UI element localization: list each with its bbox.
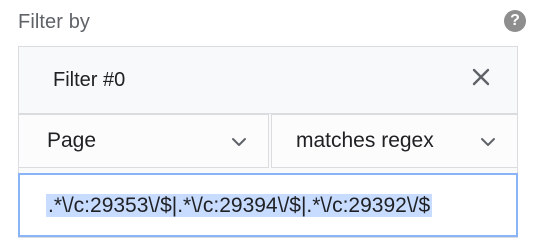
chevron-down-icon xyxy=(481,138,495,146)
operator-select[interactable]: matches regex xyxy=(271,114,517,168)
filter-by-title: Filter by xyxy=(18,11,91,33)
chevron-down-icon xyxy=(232,138,246,146)
filter-card: Filter #0 Page matches regex .*\/c:29353… xyxy=(18,46,518,238)
filter-condition-row: Page matches regex xyxy=(19,114,517,170)
close-icon-svg xyxy=(472,68,490,86)
filter-header: Filter #0 xyxy=(19,47,517,114)
filter-by-header: Filter by ? xyxy=(18,8,526,38)
regex-input-value[interactable]: .*\/c:29353\/$|.*\/c:29394\/$|.*\/c:2939… xyxy=(46,194,433,217)
filter-name: Filter #0 xyxy=(53,69,126,91)
field-select[interactable]: Page xyxy=(19,114,269,168)
regex-input-field[interactable]: .*\/c:29353\/$|.*\/c:29394\/$|.*\/c:2939… xyxy=(18,173,518,237)
regex-input[interactable]: .*\/c:29353\/$|.*\/c:29394\/$|.*\/c:2939… xyxy=(46,192,490,220)
help-icon[interactable]: ? xyxy=(504,10,526,32)
operator-select-label: matches regex xyxy=(296,129,434,152)
close-icon[interactable] xyxy=(469,65,493,89)
field-select-label: Page xyxy=(47,129,97,152)
